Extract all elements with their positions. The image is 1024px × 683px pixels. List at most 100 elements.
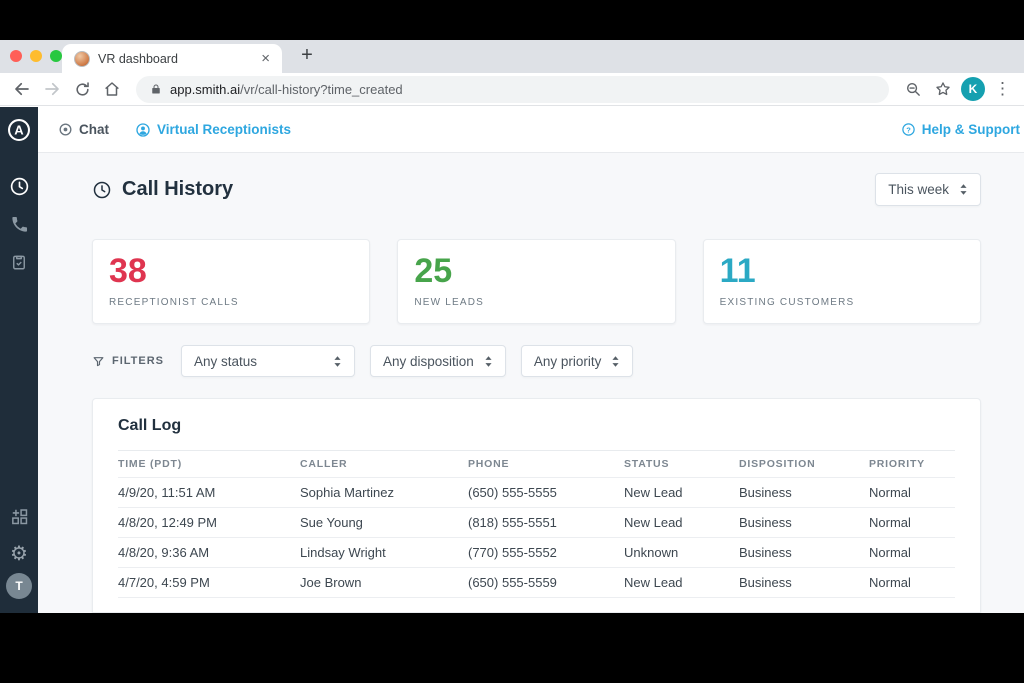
browser-window: VR dashboard × + app.smith.ai/vr/call-hi… (0, 40, 1024, 613)
cell-priority: Normal (869, 545, 911, 560)
sidebar-settings-icon[interactable]: ⚙ (0, 535, 38, 573)
select-arrows-icon (612, 355, 619, 367)
cell-status: New Lead (624, 515, 683, 530)
minimize-window-button[interactable] (30, 50, 42, 62)
tab-title: VR dashboard (98, 51, 178, 66)
window-controls (10, 50, 62, 62)
close-window-button[interactable] (10, 50, 22, 62)
col-caller[interactable]: CALLER (300, 458, 468, 470)
filter-funnel-icon (93, 356, 104, 366)
cell-caller: Sophia Martinez (300, 485, 394, 500)
url-bar[interactable]: app.smith.ai/vr/call-history?time_create… (136, 75, 889, 103)
call-log-card: Call Log TIME (PDT) CALLER PHONE STATUS … (92, 398, 981, 613)
nav-chat-label: Chat (79, 122, 109, 137)
col-disposition[interactable]: DISPOSITION (739, 458, 869, 470)
status-filter-value: Any status (194, 353, 258, 369)
sidebar-user-avatar[interactable]: T (6, 573, 32, 599)
browser-tab[interactable]: VR dashboard × (62, 44, 282, 73)
browser-menu-icon[interactable]: ⋮ (991, 79, 1014, 99)
nav-chat[interactable]: Chat (58, 122, 109, 137)
table-row[interactable]: 4/8/20, 9:36 AM Lindsay Wright (770) 555… (118, 538, 955, 568)
col-status[interactable]: STATUS (624, 458, 739, 470)
app-root: A ⚙ T Chat Virtual Receptionists ? Help … (0, 107, 1024, 613)
nav-help-label: Help & Support (921, 122, 1020, 137)
date-range-select[interactable]: This week (875, 173, 981, 206)
smith-logo-icon[interactable]: A (0, 111, 38, 149)
cell-disposition: Business (739, 515, 792, 530)
page-title-wrap: Call History (92, 178, 233, 201)
browser-toolbar: app.smith.ai/vr/call-history?time_create… (0, 73, 1024, 106)
table-row[interactable]: 4/9/20, 11:51 AM Sophia Martinez (650) 5… (118, 478, 955, 508)
cell-caller: Lindsay Wright (300, 545, 386, 560)
bookmark-star-icon[interactable] (931, 77, 955, 101)
status-filter-select[interactable]: Any status (181, 345, 356, 377)
priority-filter-value: Any priority (533, 353, 602, 369)
sidebar-call-history-icon[interactable] (0, 167, 38, 205)
url-text: app.smith.ai/vr/call-history?time_create… (170, 82, 403, 97)
stat-label: NEW LEADS (414, 297, 485, 309)
new-tab-button[interactable]: + (294, 42, 320, 68)
cell-phone: (650) 555-5559 (468, 575, 557, 590)
cell-phone: (818) 555-5551 (468, 515, 557, 530)
filters-label-wrap: FILTERS (92, 355, 164, 368)
sidebar-tasks-icon[interactable] (0, 243, 38, 281)
stat-label: RECEPTIONIST CALLS (109, 297, 239, 309)
stat-card-receptionist-calls: 38 RECEPTIONIST CALLS (92, 239, 371, 324)
cell-status: New Lead (624, 575, 683, 590)
stat-value: 38 (109, 252, 147, 290)
forward-icon[interactable] (40, 77, 64, 101)
reload-icon[interactable] (70, 77, 94, 101)
nav-virtual-receptionists[interactable]: Virtual Receptionists (135, 122, 291, 138)
svg-text:?: ? (906, 125, 911, 134)
cell-time: 4/8/20, 9:36 AM (118, 545, 210, 560)
receptionist-icon (136, 122, 150, 137)
filters-label: FILTERS (112, 355, 165, 367)
priority-filter-select[interactable]: Any priority (520, 345, 634, 377)
sidebar-add-apps-icon[interactable] (0, 497, 38, 535)
cell-priority: Normal (869, 485, 911, 500)
cell-status: Unknown (624, 545, 679, 560)
zoom-out-icon[interactable] (901, 77, 925, 101)
page-title: Call History (122, 178, 234, 200)
app-sidebar: A ⚙ T (0, 107, 38, 613)
table-header-row: TIME (PDT) CALLER PHONE STATUS DISPOSITI… (118, 450, 955, 478)
nav-vr-label: Virtual Receptionists (157, 122, 292, 137)
screenshot-stage: VR dashboard × + app.smith.ai/vr/call-hi… (0, 0, 1024, 683)
table-row[interactable]: 4/7/20, 4:59 PM Joe Brown (650) 555-5559… (118, 568, 955, 598)
cell-disposition: Business (739, 575, 792, 590)
stat-card-existing-customers: 11 EXISTING CUSTOMERS (702, 239, 981, 324)
cell-time: 4/8/20, 12:49 PM (118, 515, 218, 530)
col-time[interactable]: TIME (PDT) (118, 458, 300, 470)
tab-strip: VR dashboard × + (0, 40, 1024, 73)
cell-caller: Sue Young (300, 515, 363, 530)
home-icon[interactable] (100, 77, 124, 101)
call-log-title: Call Log (118, 417, 182, 434)
filters-bar: FILTERS Any status Any disposition Any p… (92, 345, 981, 377)
select-arrows-icon (485, 355, 492, 367)
stat-card-new-leads: 25 NEW LEADS (397, 239, 676, 324)
back-icon[interactable] (10, 77, 34, 101)
product-nav: Chat Virtual Receptionists ? Help & Supp… (38, 107, 1024, 153)
disposition-filter-select[interactable]: Any disposition (370, 345, 506, 377)
table-row[interactable]: 4/8/20, 12:49 PM Sue Young (818) 555-555… (118, 508, 955, 538)
sidebar-calls-icon[interactable] (0, 205, 38, 243)
date-range-value: This week (888, 182, 949, 197)
col-priority[interactable]: PRIORITY (869, 458, 955, 470)
stat-value: 25 (414, 252, 453, 290)
cell-priority: Normal (869, 515, 911, 530)
clock-icon (93, 181, 111, 198)
cell-disposition: Business (739, 545, 792, 560)
nav-help-support[interactable]: ? Help & Support (901, 122, 1022, 137)
tab-favicon-icon (74, 50, 90, 67)
chat-icon (59, 123, 72, 136)
cell-phone: (650) 555-5555 (468, 485, 557, 500)
call-log-table: TIME (PDT) CALLER PHONE STATUS DISPOSITI… (118, 450, 955, 598)
lock-icon (152, 84, 160, 94)
url-host: app.smith.ai (170, 81, 241, 97)
browser-profile-avatar[interactable]: K (961, 77, 985, 101)
svg-text:A: A (14, 123, 24, 138)
help-icon: ? (902, 123, 915, 136)
zoom-window-button[interactable] (50, 50, 62, 62)
col-phone[interactable]: PHONE (468, 458, 624, 470)
tab-close-icon[interactable]: × (259, 50, 272, 67)
